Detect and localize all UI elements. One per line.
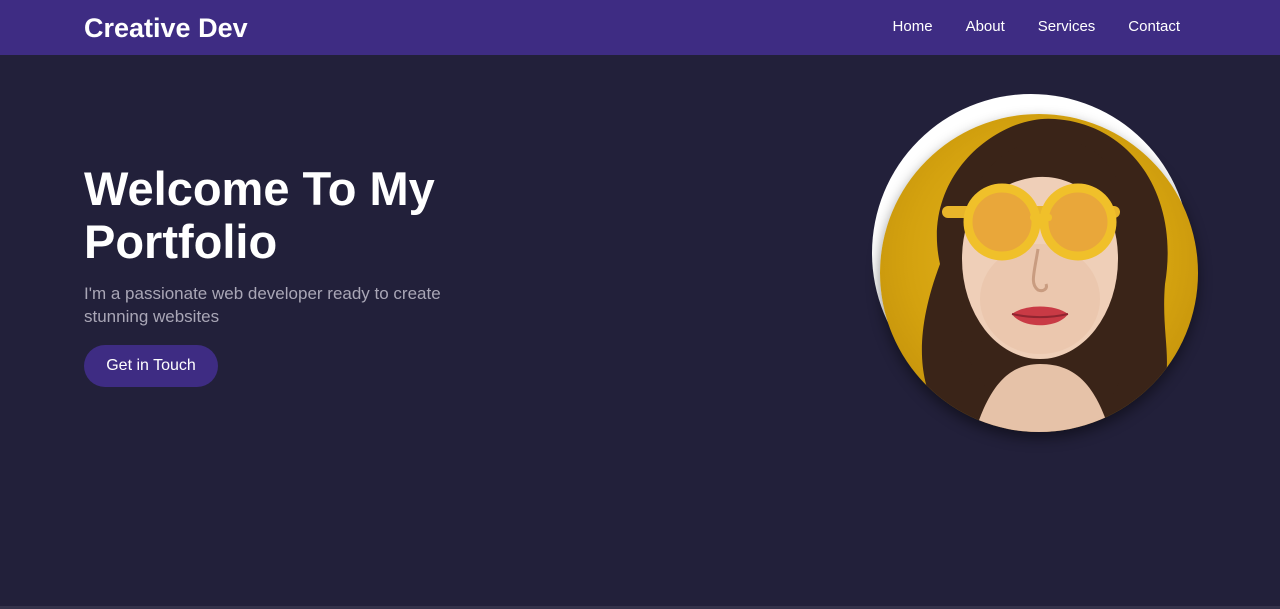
hero-subtitle: I'm a passionate web developer ready to … [84, 284, 441, 326]
nav-link-contact[interactable]: Contact [1128, 17, 1180, 37]
get-in-touch-button[interactable]: Get in Touch [84, 345, 218, 387]
nav-menu: Home About Services Contact [893, 17, 1180, 37]
portrait-illustration [921, 118, 1168, 432]
nav-link-about[interactable]: About [966, 17, 1005, 37]
nav-link-services[interactable]: Services [1038, 17, 1096, 37]
nav-link-home[interactable]: Home [893, 17, 933, 37]
profile-image [880, 114, 1198, 432]
brand-logo[interactable]: Creative Dev [84, 12, 248, 44]
navbar: Creative Dev Home About Services Contact [0, 0, 1280, 55]
hero-title: Welcome To My Portfolio [84, 162, 435, 268]
profile-image-frame [872, 94, 1198, 432]
